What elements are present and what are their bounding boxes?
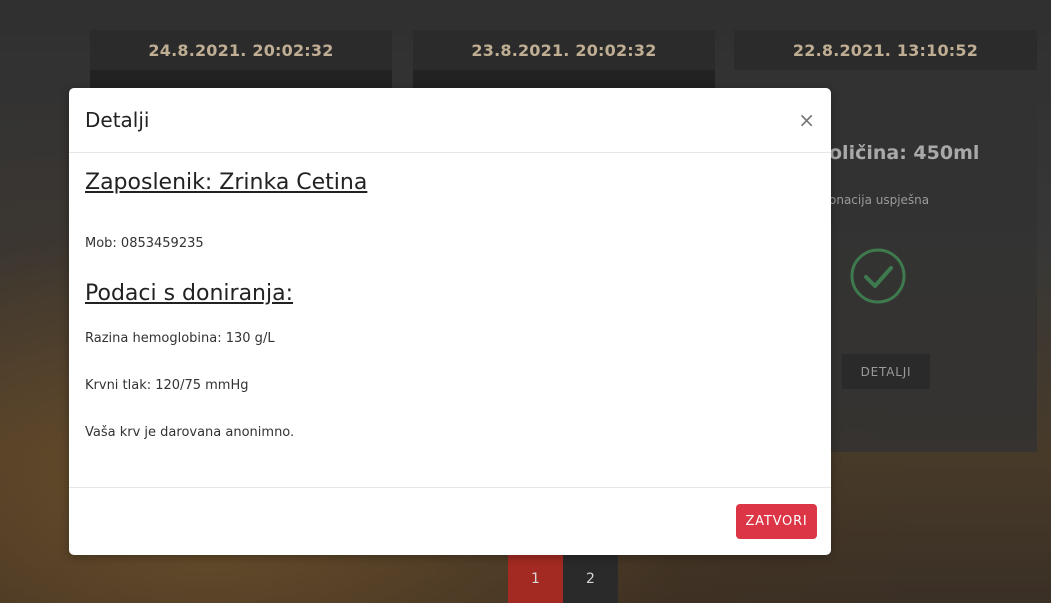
modal-title: Detalji	[85, 108, 150, 132]
card-date: 22.8.2021. 13:10:52	[734, 30, 1037, 70]
card-date: 24.8.2021. 20:02:32	[90, 30, 392, 70]
modal-header: Detalji ×	[69, 88, 831, 153]
employee-heading: Zaposlenik: Zrinka Cetina	[85, 170, 368, 195]
modal-footer: ZATVORI	[69, 487, 831, 556]
check-circle-icon	[850, 248, 906, 304]
donation-data-heading: Podaci s doniranja:	[85, 281, 294, 306]
close-icon[interactable]: ×	[798, 110, 815, 130]
page-2-button[interactable]: 2	[563, 555, 618, 603]
details-modal: Detalji × Zaposlenik: Zrinka Cetina Mob:…	[69, 88, 831, 555]
blood-pressure: Krvni tlak: 120/75 mmHg	[85, 378, 249, 393]
card-status: onacija uspješna	[829, 193, 930, 207]
donation-card: 23.8.2021. 20:02:32	[413, 30, 715, 88]
anonymous-note: Vaša krv je darovana anonimno.	[85, 425, 295, 440]
page-1-button[interactable]: 1	[508, 555, 563, 603]
pagination: 1 2	[508, 555, 618, 603]
card-date: 23.8.2021. 20:02:32	[413, 30, 715, 70]
card-quantity: oličina: 450ml	[829, 142, 980, 164]
close-button[interactable]: ZATVORI	[736, 504, 817, 539]
hemoglobin-level: Razina hemoglobina: 130 g/L	[85, 331, 275, 346]
donation-card: 24.8.2021. 20:02:32	[90, 30, 392, 88]
mobile-number: Mob: 0853459235	[85, 236, 204, 251]
details-button[interactable]: DETALJI	[842, 354, 930, 389]
